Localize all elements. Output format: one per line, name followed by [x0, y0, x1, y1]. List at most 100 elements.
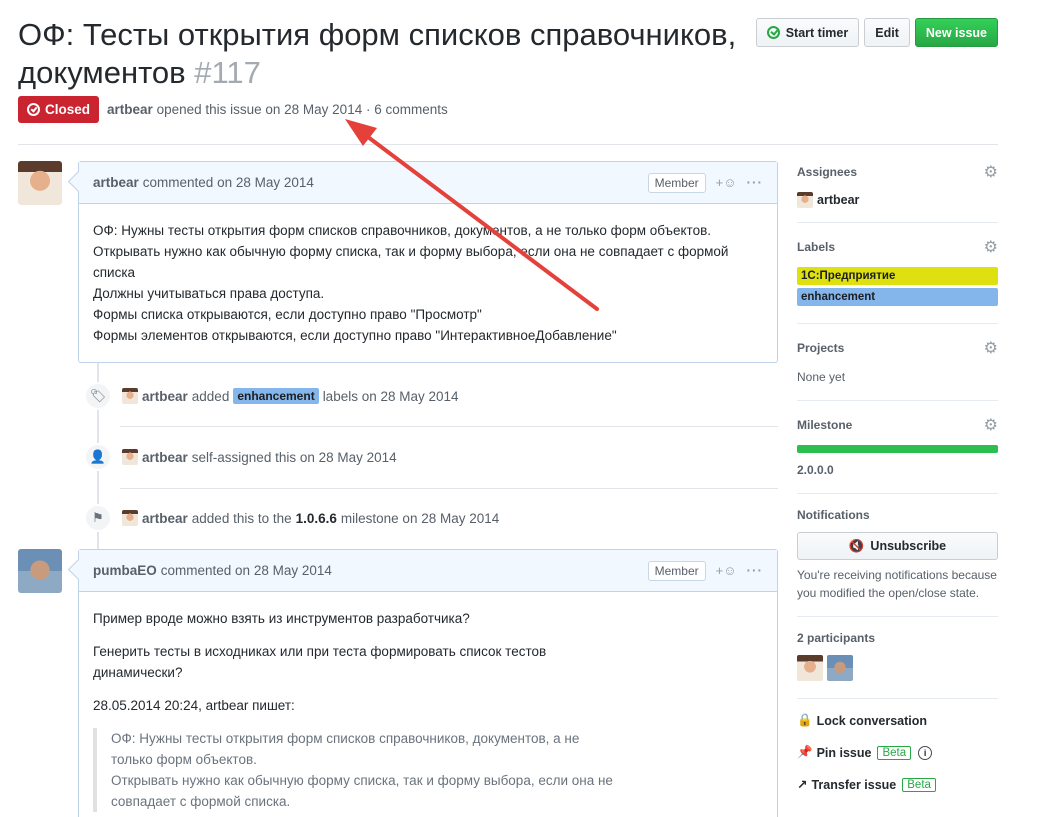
comment-line: Формы списка открываются, если доступно … [93, 307, 482, 322]
comment-body: Пример вроде можно взять из инструментов… [79, 592, 777, 817]
start-timer-label: Start timer [785, 25, 849, 40]
issue-title: ОФ: Тесты открытия форм списков справочн… [18, 16, 768, 92]
gear-icon[interactable]: ⚙ [984, 415, 998, 435]
comment-meta[interactable]: commented on 28 May 2014 [161, 563, 332, 578]
comment-line: Должны учитываться права доступа. [93, 286, 325, 301]
author-link[interactable]: artbear [107, 102, 153, 117]
participants-title: 2 participants [797, 631, 876, 645]
notifications-section: Notifications 🔇 Unsubscribe You're recei… [797, 508, 998, 617]
avatar[interactable] [18, 549, 62, 593]
lock-conversation-link[interactable]: 🔒 Lock conversation [797, 713, 998, 728]
comment-header: pumbaEO commented on 28 May 2014 Member … [79, 550, 777, 592]
mute-icon: 🔇 [848, 538, 865, 553]
avatar[interactable] [122, 388, 138, 404]
event-author[interactable]: artbear [142, 450, 188, 465]
status-badge: Closed [18, 96, 100, 123]
header-actions: Start timer Edit New issue [755, 18, 998, 47]
comment-pumbaeo: pumbaEO commented on 28 May 2014 Member … [78, 549, 778, 817]
transfer-issue-link[interactable]: ↗ Transfer issue Beta [797, 777, 998, 792]
comment-line: Открывать нужно как обычную форму списка… [93, 244, 729, 280]
avatar[interactable] [122, 510, 138, 526]
milestone-link[interactable]: 2.0.0.0 [797, 463, 834, 477]
gear-icon[interactable]: ⚙ [984, 237, 998, 257]
comment-line: ОФ: Нужны тесты открытия форм списков сп… [93, 223, 712, 238]
info-icon[interactable]: i [918, 745, 933, 760]
event-text: added [191, 388, 230, 404]
milestone-icon: ⚑ [84, 504, 112, 532]
divider [120, 488, 778, 489]
closed-icon [27, 103, 40, 116]
comment-author[interactable]: artbear [93, 175, 139, 190]
person-icon: 👤 [84, 443, 112, 471]
avatar[interactable] [826, 655, 853, 681]
milestone-link[interactable]: 1.0.6.6 [296, 511, 337, 526]
assignee-link[interactable]: artbear [817, 193, 859, 207]
event-text: milestone on 28 May 2014 [340, 510, 500, 526]
comment-line: Формы элементов открываются, если доступ… [93, 328, 617, 343]
member-badge: Member [647, 172, 706, 193]
timeline-event-assigned: 👤 artbear self-assigned this on 28 May 2… [84, 442, 397, 472]
comment-author[interactable]: pumbaEO [93, 563, 157, 578]
blockquote: ОФ: Нужны тесты открытия форм списков сп… [93, 728, 613, 812]
issue-title-text: ОФ: Тесты открытия форм списков справочн… [18, 17, 737, 90]
divider [120, 426, 778, 427]
event-author[interactable]: artbear [142, 511, 188, 526]
comment-meta[interactable]: commented on 28 May 2014 [143, 175, 314, 190]
milestone-title: Milestone [797, 418, 853, 432]
labels-section: Labels ⚙ 1С:Предприятие enhancement [797, 237, 998, 324]
lock-label: Lock conversation [816, 713, 928, 728]
comment-header: artbear commented on 28 May 2014 Member … [79, 162, 777, 204]
avatar[interactable] [797, 655, 823, 681]
issue-meta: Closed artbear opened this issue on 28 M… [18, 96, 448, 123]
assignees-title: Assignees [797, 165, 858, 179]
edit-button[interactable]: Edit [864, 18, 910, 47]
gear-icon[interactable]: ⚙ [984, 338, 998, 358]
start-timer-button[interactable]: Start timer [755, 18, 860, 47]
transfer-label: Transfer issue [811, 777, 897, 792]
pin-issue-link[interactable]: 📌 Pin issue Beta i [797, 745, 998, 760]
comment-artbear: artbear commented on 28 May 2014 Member … [78, 161, 778, 363]
status-label: Closed [45, 102, 91, 117]
notifications-text: You're receiving notifications because y… [797, 568, 997, 600]
event-text: added this to the [191, 510, 292, 526]
more-options-icon[interactable]: ··· [747, 175, 764, 190]
comment-body: ОФ: Нужны тесты открытия форм списков сп… [79, 204, 777, 362]
gear-icon[interactable]: ⚙ [984, 162, 998, 182]
lock-icon: 🔒 [797, 713, 813, 727]
label-enhancement[interactable]: enhancement [797, 288, 998, 306]
quote-line: Открывать нужно как обычную форму списка… [111, 773, 613, 809]
assignees-section: Assignees ⚙ artbear [797, 162, 998, 223]
issue-number: #117 [194, 55, 261, 90]
quote-line: ОФ: Нужны тесты открытия форм списков сп… [111, 731, 580, 767]
timeline-event-milestone: ⚑ artbear added this to the 1.0.6.6 mile… [84, 503, 499, 533]
unsubscribe-button[interactable]: 🔇 Unsubscribe [797, 532, 998, 560]
add-reaction-icon[interactable]: +☺ [716, 175, 737, 190]
beta-badge: Beta [902, 777, 936, 792]
member-badge: Member [647, 560, 706, 581]
transfer-icon: ↗ [797, 778, 808, 792]
milestone-progress-bar [797, 445, 998, 453]
pin-label: Pin issue [816, 745, 872, 760]
projects-section: Projects ⚙ None yet [797, 338, 998, 401]
more-options-icon[interactable]: ··· [747, 563, 764, 578]
add-reaction-icon[interactable]: +☺ [716, 563, 737, 578]
sidebar: Assignees ⚙ artbear Labels ⚙ 1С:Предприяти… [797, 162, 998, 809]
issue-actions: 🔒 Lock conversation 📌 Pin issue Beta i ↗… [797, 713, 998, 792]
timeline-event-labeled: 🏷 artbear added enhancement labels on 28… [84, 381, 459, 411]
label-1c-enterprise[interactable]: 1С:Предприятие [797, 267, 998, 285]
timer-icon [766, 26, 780, 39]
new-issue-button[interactable]: New issue [914, 18, 998, 47]
arrow-head [345, 119, 377, 146]
opened-text: opened this issue on 28 May 2014 · 6 com… [156, 102, 448, 117]
header-divider [18, 144, 998, 145]
projects-value: None yet [797, 370, 846, 384]
avatar[interactable] [797, 192, 813, 208]
event-author[interactable]: artbear [142, 389, 188, 404]
label-enhancement[interactable]: enhancement [233, 388, 319, 404]
milestone-section: Milestone ⚙ 2.0.0.0 [797, 415, 998, 494]
avatar[interactable] [18, 161, 62, 205]
event-text: self-assigned this on 28 May 2014 [191, 449, 397, 465]
notifications-title: Notifications [797, 508, 870, 522]
beta-badge: Beta [877, 745, 912, 760]
avatar[interactable] [122, 449, 138, 465]
